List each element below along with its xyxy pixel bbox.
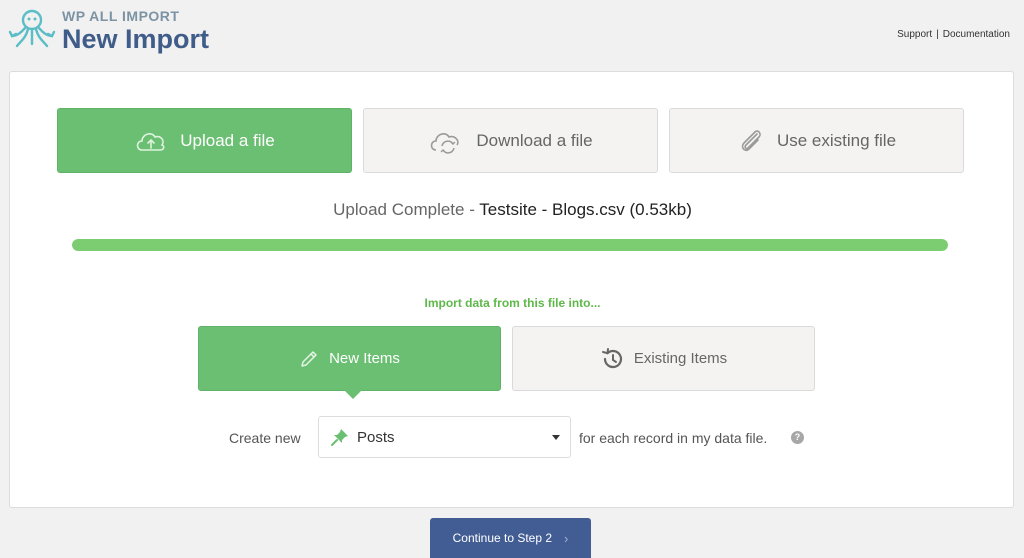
pencil-icon — [299, 349, 319, 369]
cloud-upload-icon — [134, 128, 168, 154]
active-option-pointer — [344, 390, 362, 399]
page-header: WP ALL IMPORT New Import Support | Documen… — [0, 0, 1024, 64]
use-existing-file-button[interactable]: Use existing file — [669, 108, 964, 173]
pushpin-icon — [331, 428, 349, 446]
continue-button-label: Continue to Step 2 — [452, 531, 553, 545]
cloud-sync-icon — [428, 127, 464, 155]
upload-status-separator: - — [464, 200, 480, 219]
upload-progress-fill — [72, 239, 948, 251]
upload-progress-bar — [72, 239, 948, 251]
paperclip-icon — [737, 126, 765, 156]
upload-status: Upload Complete - Testsite - Blogs.csv (… — [10, 200, 1015, 220]
import-target-prompt: Import data from this file into... — [424, 296, 601, 310]
use-existing-file-label: Use existing file — [776, 130, 897, 150]
download-file-button[interactable]: Download a file — [363, 108, 658, 173]
import-panel: Upload a file Download a file Use existi… — [9, 71, 1014, 508]
octopus-logo-icon — [8, 9, 56, 48]
post-type-select[interactable]: Posts — [318, 416, 571, 458]
help-icon[interactable]: ? — [791, 431, 804, 444]
top-links: Support | Documentation — [897, 29, 1010, 40]
chevron-down-icon — [552, 435, 560, 440]
create-new-row: Create new Posts for each record in my d… — [10, 416, 1015, 458]
create-suffix-label: for each record in my data file. — [579, 430, 768, 446]
links-separator: | — [936, 29, 939, 40]
support-link[interactable]: Support — [897, 29, 932, 40]
post-type-selected: Posts — [357, 428, 395, 446]
upload-file-button[interactable]: Upload a file — [57, 108, 352, 173]
history-icon — [600, 347, 624, 371]
existing-items-button[interactable]: Existing Items — [512, 326, 815, 391]
continue-button[interactable]: Continue to Step 2 › — [430, 518, 591, 558]
new-items-button[interactable]: New Items — [198, 326, 501, 391]
page-title: New Import — [62, 24, 210, 54]
uploaded-filename: Testsite - Blogs.csv (0.53kb) — [479, 200, 692, 219]
new-items-label: New Items — [329, 350, 400, 367]
brand-product-name: WP ALL IMPORT — [62, 8, 180, 24]
chevron-right-icon: › — [564, 530, 569, 546]
existing-items-label: Existing Items — [633, 350, 728, 367]
upload-file-label: Upload a file — [180, 130, 275, 150]
upload-status-text: Upload Complete — [333, 200, 465, 219]
download-file-label: Download a file — [476, 130, 593, 150]
documentation-link[interactable]: Documentation — [943, 29, 1010, 40]
create-new-label: Create new — [229, 430, 301, 446]
